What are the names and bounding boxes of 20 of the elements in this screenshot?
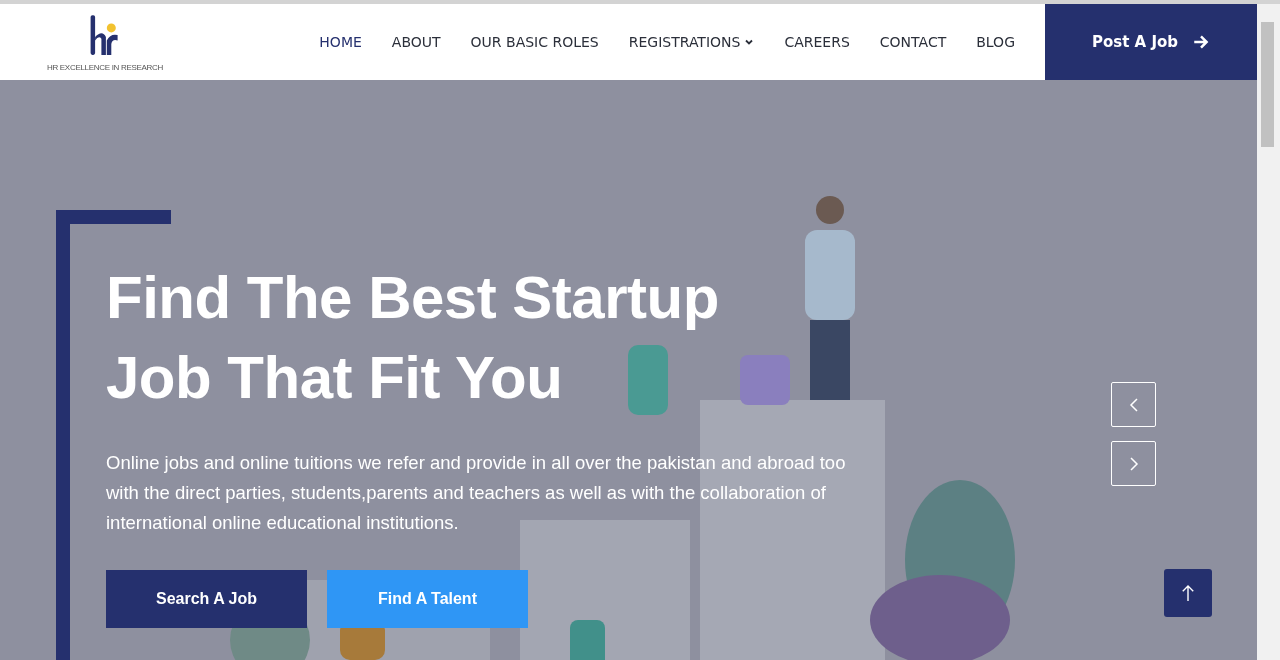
- nav-link[interactable]: CAREERS: [784, 34, 850, 50]
- nav-link[interactable]: BLOG: [976, 34, 1015, 50]
- nav-link[interactable]: REGISTRATIONS: [628, 34, 755, 50]
- scrollbar-thumb[interactable]: [1261, 22, 1274, 147]
- hero-text: Online jobs and online tuitions we refer and provide in all over the pakistan and abroad too with the direct parties, students,parents and teachers as well as with the collaboration of international online educational institutions.: [106, 451, 846, 535]
- scrollbar[interactable]: [1257, 4, 1280, 660]
- hero-button[interactable]: Search A Job: [106, 570, 307, 628]
- logo-caption: HR EXCELLENCE IN RESEARCH: [46, 62, 164, 72]
- post-job-button[interactable]: Post A Job: [1045, 4, 1257, 80]
- hero-title: Job That Fit You: [106, 343, 563, 413]
- next-slide-button[interactable]: [1111, 441, 1156, 486]
- hero-title: Find The Best Startup: [106, 263, 719, 333]
- back-to-top-button[interactable]: [1164, 569, 1212, 617]
- previous-slide-button[interactable]: [1111, 382, 1156, 427]
- nav-link[interactable]: OUR BASIC ROLES: [470, 34, 599, 50]
- nav-link[interactable]: CONTACT: [879, 34, 947, 50]
- arrow-up-icon: [1181, 584, 1195, 602]
- arrow-right-icon: [1192, 33, 1211, 51]
- nav-link[interactable]: HOME: [319, 34, 362, 50]
- nav-link[interactable]: ABOUT: [391, 34, 441, 50]
